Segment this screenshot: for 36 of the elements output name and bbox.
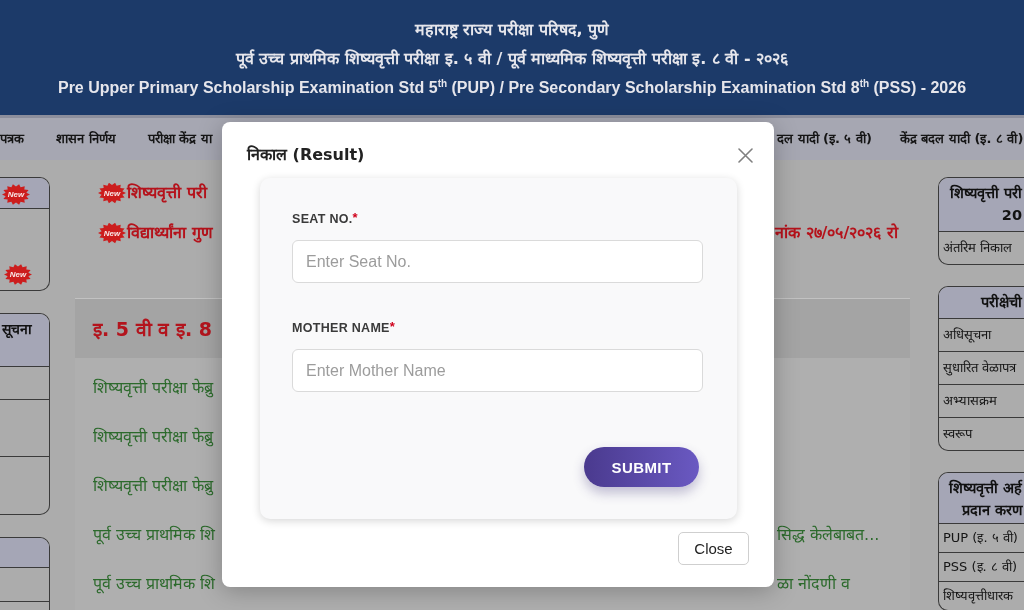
header-title: Pre Upper Primary Scholarship Examination Std 5$^{th}$ (PUP) / Pre Secondary Scholarship Examination Std 8$^{th}$ (PSS) - 2026 [57,76,967,98]
sidebar-panel-title: परीक्षेची [981,292,1022,312]
header-title: महाराष्ट्र राज्य परीक्षा परिषद, पुणे [414,18,610,42]
sidebar-panel-title: शिष्यवृत्ती परी 20 [949,183,1022,225]
sidebar-link[interactable]: शिष्यवृत्तीधारक [939,581,1024,610]
input-field[interactable]: Enter Mother Name [292,349,703,392]
close-button[interactable] [737,147,753,163]
required-mark: * [389,320,395,334]
sidebar-link[interactable]: अधिसूचना [939,318,1024,351]
field-label: SEAT NO. [292,211,353,227]
sidebar-panel-title: शिष्यवृत्ती अर्ह प्रदान करण [948,478,1022,520]
nav-link[interactable]: केंद्र बदल यादी (इ. ८ वी) [899,130,1024,148]
section-heading: इ. 5 वी व इ. 8 [93,316,212,342]
sidebar-link[interactable]: PSS (इ. ८ वी) [939,552,1024,581]
sidebar-panel-title: सूचना [2,320,32,338]
nav-link[interactable]: पत्रक [0,130,24,148]
new-badge: New [2,184,30,205]
close-icon [737,147,753,163]
sidebar-link[interactable]: स्वरूप [939,417,1024,450]
sidebar-link[interactable]: सुधारित वेळापत्र [939,351,1024,384]
new-badge: New [98,182,126,204]
field-label: MOTHER NAME [292,320,390,336]
nav-link[interactable]: शासन निर्णय [56,130,116,148]
sidebar-link[interactable]: अभ्यासक्रम [939,384,1024,417]
input-field[interactable]: Enter Seat No. [292,240,703,283]
new-badge: New [4,264,32,285]
dialog-title: निकाल (Result) [247,144,365,166]
nav-link[interactable]: दल यादी (इ. ५ वी) [777,130,872,148]
nav-link[interactable]: परीक्षा केंद्र या [147,130,212,148]
close-button[interactable]: Close [678,532,749,565]
submit-button[interactable]: SUBMIT [584,447,699,487]
sidebar-link[interactable]: अंतरिम निकाल [939,231,1024,264]
new-badge: New [98,222,126,244]
sidebar-link[interactable]: PUP (इ. ५ वी) [939,523,1024,552]
header-title: पूर्व उच्च प्राथमिक शिष्यवृत्ती परीक्षा इ. ५ वी / पूर्व माध्यमिक शिष्यवृत्ती परीक्षा इ. ८ वी - २०२६ [235,47,789,71]
required-mark: * [352,211,358,225]
